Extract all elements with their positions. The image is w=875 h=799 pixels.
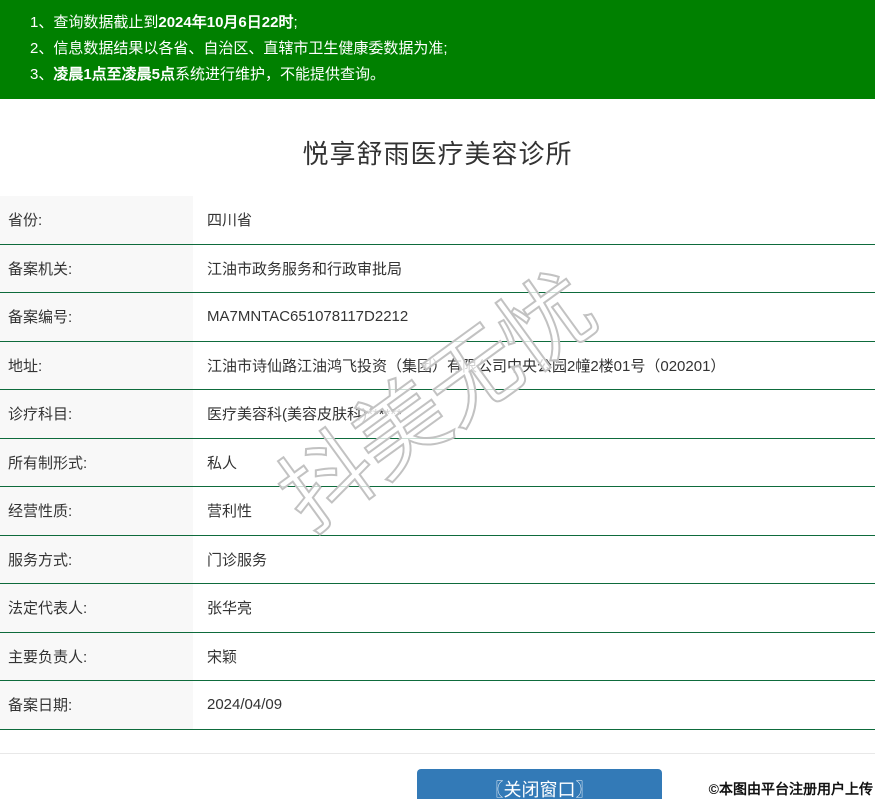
row-value: 营利性 [207, 503, 253, 521]
row-label: 省份: [0, 196, 193, 244]
table-row-registration-authority: 备案机关: 江油市政务服务和行政审批局 [0, 244, 875, 293]
row-label: 服务方式: [0, 535, 193, 583]
row-value: 张华亮 [207, 600, 253, 618]
row-label: 所有制形式: [0, 438, 193, 486]
footer-divider [0, 753, 875, 754]
row-label: 备案编号: [0, 293, 193, 341]
notice-line-2: 2、信息数据结果以各省、自治区、直辖市卫生健康委数据为准; [30, 36, 865, 62]
row-value: 宋颖 [207, 648, 238, 666]
row-label: 经营性质: [0, 487, 193, 535]
notice-line-1-bold: 2024年10月6日22时 [158, 14, 294, 31]
table-row-treatment-subjects: 诊疗科目: 医疗美容科(美容皮肤科)****** [0, 390, 875, 439]
table-row-main-person-in-charge: 主要负责人: 宋颖 [0, 632, 875, 681]
notice-line-3-bold: 凌晨1点至凌晨5点 [53, 66, 176, 83]
table-row-province: 省份: 四川省 [0, 196, 875, 245]
notice-line-3-number: 3、 [30, 66, 54, 83]
row-label: 法定代表人: [0, 584, 193, 632]
notice-line-1-number: 1、 [30, 14, 54, 31]
row-value: MA7MNTAC651078117D2212 [207, 308, 409, 326]
info-table: 省份: 四川省 备案机关: 江油市政务服务和行政审批局 备案编号: MA7MNT… [0, 196, 875, 730]
table-row-address: 地址: 江油市诗仙路江油鸿飞投资（集团）有限公司中央公园2幢2楼01号（0202… [0, 341, 875, 390]
notice-line-1-post: ; [293, 14, 298, 31]
page: 1、查询数据截止到2024年10月6日22时; 2、信息数据结果以各省、自治区、… [0, 0, 875, 799]
row-label: 主要负责人: [0, 632, 193, 680]
row-label: 诊疗科目: [0, 390, 193, 438]
table-row-legal-representative: 法定代表人: 张华亮 [0, 584, 875, 633]
row-value: 江油市政务服务和行政审批局 [207, 260, 403, 278]
table-row-registration-number: 备案编号: MA7MNTAC651078117D2212 [0, 293, 875, 342]
row-value: 医疗美容科(美容皮肤科)****** [207, 406, 403, 424]
row-value: 2024/04/09 [207, 696, 283, 714]
table-row-registration-date: 备案日期: 2024/04/09 [0, 681, 875, 730]
notice-line-3-post: 系统进行维护，不能提供查询。 [175, 66, 386, 83]
table-row-business-nature: 经营性质: 营利性 [0, 487, 875, 536]
row-value: 私人 [207, 454, 238, 472]
row-value: 门诊服务 [207, 551, 268, 569]
notice-line-2-text: 信息数据结果以各省、自治区、直辖市卫生健康委数据为准; [53, 40, 448, 57]
close-window-button[interactable]: 〖关闭窗口〗 [417, 769, 662, 799]
row-label: 地址: [0, 341, 193, 389]
notice-line-2-number: 2、 [30, 40, 54, 57]
table-row-ownership-form: 所有制形式: 私人 [0, 438, 875, 487]
page-title: 悦享舒雨医疗美容诊所 [302, 139, 573, 169]
row-value: 江油市诗仙路江油鸿飞投资（集团）有限公司中央公园2幢2楼01号（020201） [207, 357, 726, 375]
row-label: 备案机关: [0, 244, 193, 292]
row-label: 备案日期: [0, 681, 193, 729]
notice-line-1: 1、查询数据截止到2024年10月6日22时; [30, 10, 865, 36]
notice-banner: 1、查询数据截止到2024年10月6日22时; 2、信息数据结果以各省、自治区、… [0, 0, 875, 99]
copyright-watermark: ©本图由平台注册用户上传 [708, 781, 873, 797]
table-row-service-mode: 服务方式: 门诊服务 [0, 535, 875, 584]
row-value: 四川省 [207, 212, 253, 230]
notice-line-3: 3、凌晨1点至凌晨5点系统进行维护，不能提供查询。 [30, 62, 865, 88]
notice-line-1-text: 查询数据截止到 [53, 14, 159, 31]
